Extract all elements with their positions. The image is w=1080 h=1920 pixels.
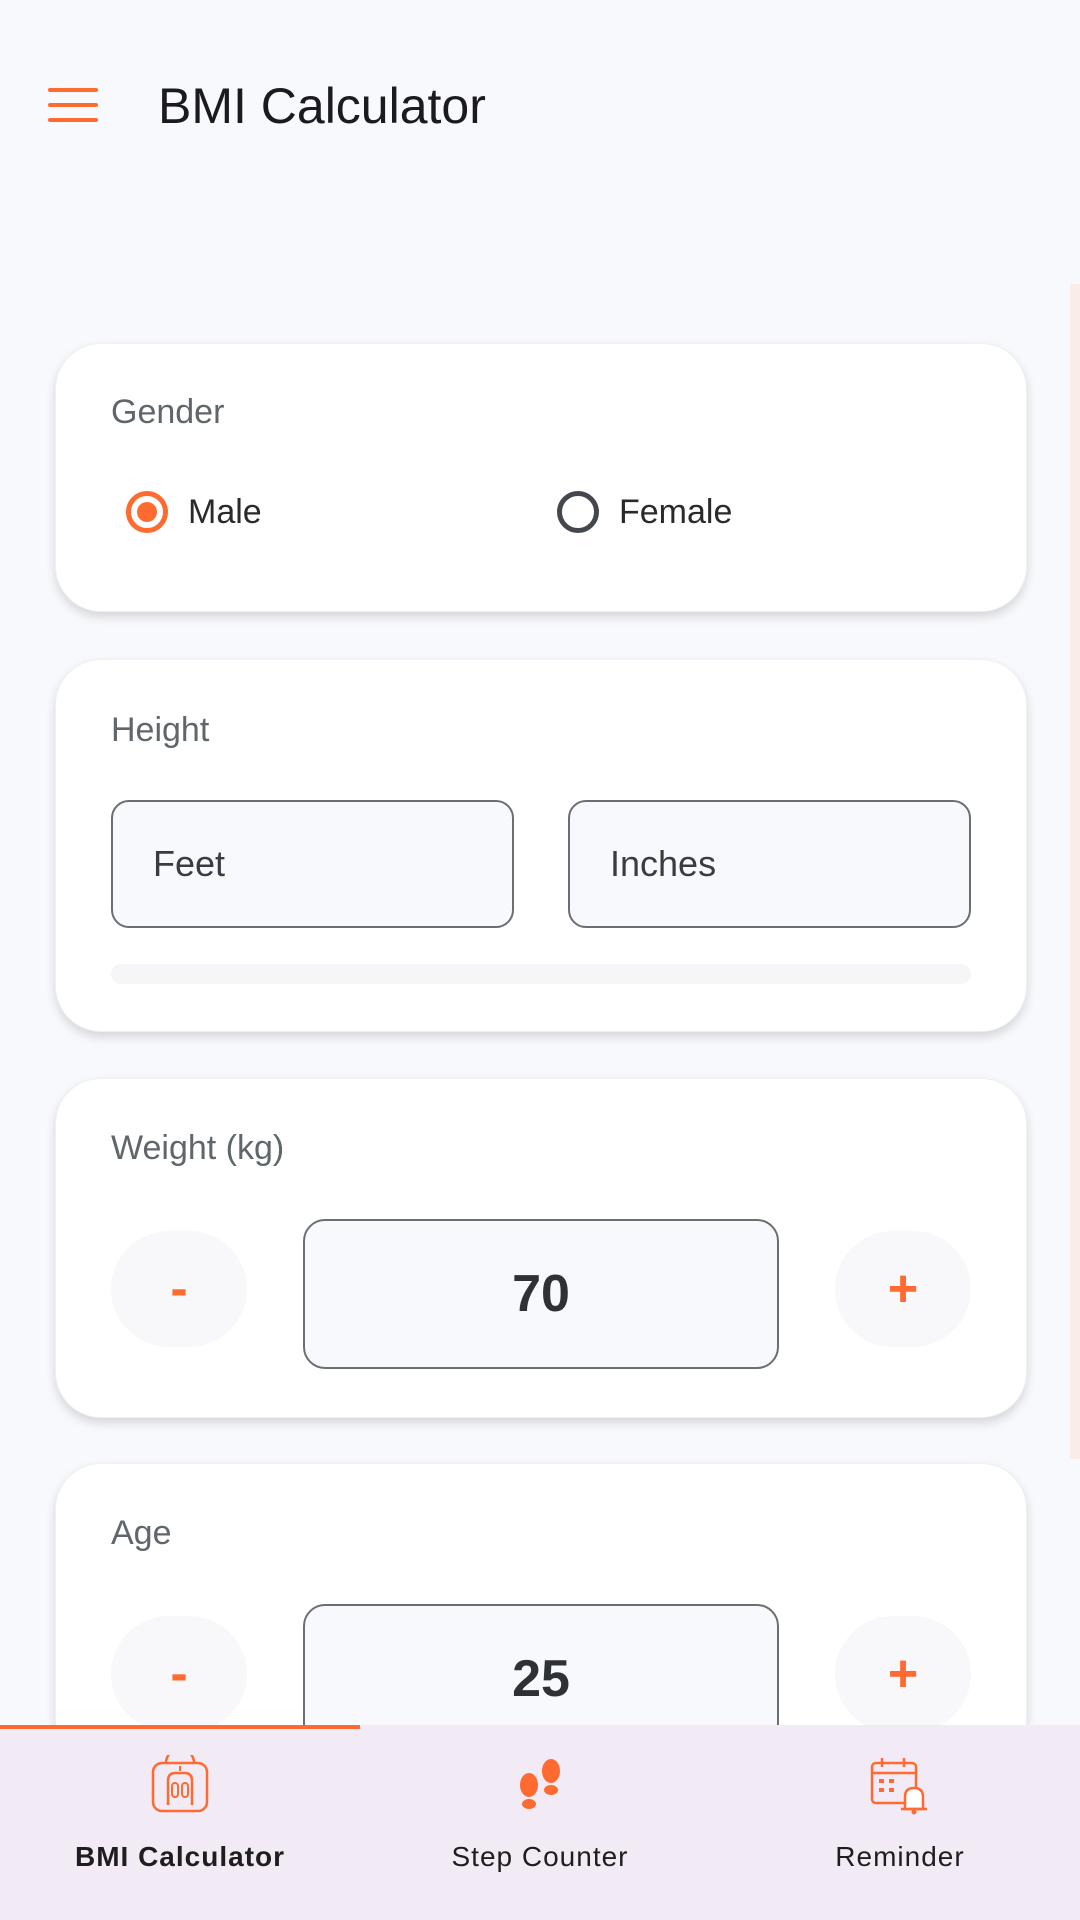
page-title: BMI Calculator [158,78,486,134]
gender-option-label: Female [619,492,733,531]
gender-option-female[interactable]: Female [557,491,732,533]
feet-input[interactable] [111,800,514,928]
nav-item-label: Step Counter [451,1841,629,1872]
weight-decrement-button[interactable]: - [111,1231,247,1347]
weight-card: Weight (kg) - 70 + [55,1078,1027,1418]
gender-label: Gender [111,393,225,431]
height-slider[interactable] [111,964,971,984]
gender-option-label: Male [188,492,262,531]
age-label: Age [111,1514,172,1552]
menu-icon[interactable] [48,88,98,122]
nav-item-label: Reminder [835,1841,965,1872]
bottom-navigation: BMI Calculator Step Counter Reminder [0,1725,1080,1920]
calendar-bell-icon [870,1758,927,1815]
app-bar: BMI Calculator [0,0,1080,210]
height-card: Height [55,659,1027,1032]
nav-item-label: BMI Calculator [74,1841,286,1872]
weight-label: Weight (kg) [111,1129,285,1167]
scrollbar[interactable] [1070,284,1080,1459]
age-increment-button[interactable]: + [835,1616,971,1732]
weight-increment-button[interactable]: + [835,1231,971,1347]
scale-icon [151,1755,209,1813]
radio-unchecked-icon[interactable] [557,491,599,533]
weight-value[interactable]: 70 [303,1219,779,1369]
age-card: Age - 25 + [55,1463,1027,1765]
nav-item-step-counter[interactable]: Step Counter [360,1725,720,1920]
radio-checked-icon[interactable] [126,491,168,533]
height-label: Height [111,711,210,749]
inches-input[interactable] [568,800,971,928]
gender-card: Gender Male Female [55,343,1027,612]
footsteps-icon [520,1759,560,1809]
gender-option-male[interactable]: Male [126,491,262,533]
age-decrement-button[interactable]: - [111,1616,247,1732]
nav-item-bmi-calculator[interactable]: BMI Calculator [0,1725,360,1920]
nav-item-reminder[interactable]: Reminder [720,1725,1080,1920]
